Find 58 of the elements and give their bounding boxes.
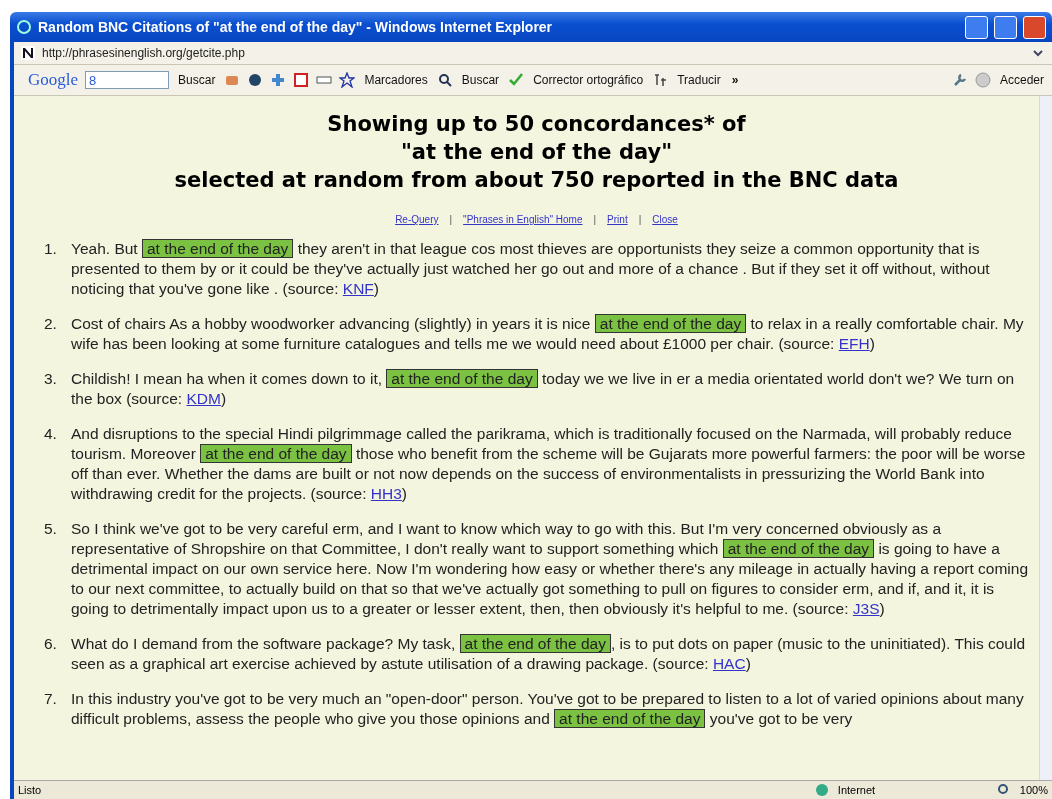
window-title: Random BNC Citations of "at the end of the day" - Windows Internet Explorer <box>38 19 554 35</box>
browser-logo-icon[interactable] <box>16 19 32 35</box>
status-text: Listo <box>18 784 43 796</box>
translate-icon[interactable] <box>652 72 669 88</box>
citation-text: What do I demand from the software package? My task, at the end of the day , is to put dots on paper (music to the uninitiated). This could seen as a graphical art exercise achieved by astute utilisation of a drawing package. (source: HAC) <box>71 634 1027 674</box>
citation-text: So I think we've got to be very careful erm, and I want to know which way to go with this. But I'm very concerned obviously as a representative of Shropshire on that Committee, I don't really want to support something which at the end of the day is going to have a detrimental impact on our own service here. Now I'm wondering how easy or whether there's any mileage in actually having a report coming to our next committee, to actually build on that so that we've actually got something to pull on figures to consider erm, and if, and it, it is going to detrimentally impact upon us to a greater or lesser extent, then, then obviously it's helpful to me. (source: J3S) <box>71 519 1029 619</box>
address-bar[interactable]: http://phrasesinenglish.org/getcite.php <box>14 42 1052 65</box>
toolbar-button[interactable]: Buscar <box>176 73 218 87</box>
source-link[interactable]: KDM <box>186 390 221 407</box>
item-number: 2. <box>44 314 58 334</box>
nav-link[interactable]: Close <box>652 214 678 225</box>
item-number: 6. <box>44 634 58 654</box>
citation-text: Childish! I mean ha when it comes down to it, at the end of the day today we we live in er a media orientated world don't we? We turn on the box (source: KDM) <box>71 369 1016 409</box>
item-number: 1. <box>44 239 58 259</box>
toolbar-button[interactable]: Acceder <box>997 73 1046 87</box>
source-link[interactable]: HAC <box>712 655 746 672</box>
separator: | <box>593 214 597 225</box>
maximize-button[interactable] <box>994 15 1017 39</box>
search-field[interactable]: 8 <box>85 71 170 89</box>
more-button[interactable]: » <box>729 73 741 87</box>
zone-text: Internet <box>837 784 877 796</box>
toolbar-button[interactable]: Corrector ortográfico <box>531 73 646 87</box>
url-text: http://phrasesinenglish.org/getcite.php <box>42 46 246 60</box>
separator: | <box>638 214 642 225</box>
page-heading: Showing up to 50 concordances* of <box>326 111 747 138</box>
popup-blocker-icon[interactable] <box>293 72 310 88</box>
toolbar-button[interactable]: Marcadores <box>362 73 430 87</box>
globe-icon[interactable] <box>247 72 264 88</box>
nav-link[interactable]: "Phrases in English" Home <box>463 214 583 225</box>
source-link[interactable]: KNF <box>342 280 374 297</box>
citation-text: And disruptions to the special Hindi pilgrimmage called the parikrama, which is traditionally focused on the Narmada, will probably reduce tourism. Moreover at the end of the day those who benefit from the scheme will be Gujarats more powerful farmers: the poor will be worse off than ever. Whether the dams are built or not now depends on the success of environmentalists in pressurizing the World Bank into withdrawing credit for the projects. (source: HH3) <box>71 424 1027 504</box>
check-icon[interactable] <box>508 72 525 88</box>
source-link[interactable]: EFH <box>838 335 870 352</box>
toolbar-button[interactable]: Buscar <box>459 73 502 87</box>
star-icon[interactable] <box>339 72 356 88</box>
search-icon[interactable] <box>436 72 453 88</box>
source-link[interactable]: J3S <box>852 600 880 617</box>
site-icon[interactable] <box>20 45 36 61</box>
close-button[interactable] <box>1023 15 1046 39</box>
separator: | <box>449 214 453 225</box>
source-link[interactable]: HH3 <box>370 485 402 502</box>
zoom-level[interactable]: 100% <box>1019 784 1048 796</box>
item-number: 3. <box>44 369 58 389</box>
citation-text: Yeah. But at the end of the day they aren't in that league cos most thieves are opportunists they seize a common opportunity that is presented to them by or it could be they've actually just watched her go out and more of a chance . But if they set it off without, without noticing that you've gone like . (source: KNF) <box>71 239 991 299</box>
minimize-button[interactable] <box>965 15 988 39</box>
item-number: 4. <box>44 424 58 444</box>
nav-link[interactable]: Print <box>607 214 628 225</box>
toolbar-button[interactable]: Traducir <box>675 73 723 87</box>
page-heading: "at the end of the day" <box>399 139 674 166</box>
page-heading: selected at random from about 750 reported in the BNC data <box>173 167 900 194</box>
item-number: 5. <box>44 519 58 539</box>
google-logo: Google <box>28 70 79 90</box>
scrollbar[interactable] <box>1039 96 1052 780</box>
item-number: 7. <box>44 689 58 709</box>
plus-icon[interactable] <box>270 72 287 88</box>
citation-text: Cost of chairs As a hobby woodworker advancing (slightly) in years it is nice at the end of the day to relax in a really comfortable chair. My wife has been looking at some furniture catalogues and tells me we would need about £1000 per chair. (source: EFH) <box>71 314 1025 354</box>
citation-text: In this industry you've got to be very much an "open-door" person. You've got to be prepared to listen to a lot of varied opinions about many difficult problems, assess the people who give you those opinions and at the end of the day you've got to be very <box>71 689 1025 729</box>
nav-link[interactable]: Re-Query <box>395 214 439 225</box>
